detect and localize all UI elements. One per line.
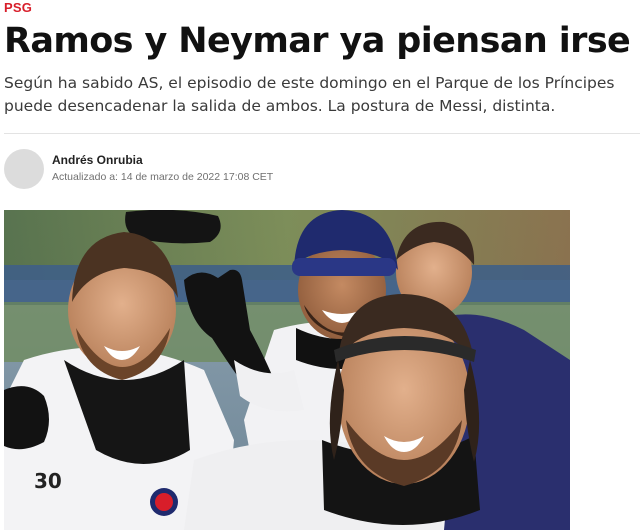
article-headline: Ramos y Neymar ya piensan irse (4, 21, 631, 61)
divider (4, 133, 640, 134)
article-lead: Según ha sabido AS, el episodio de este … (4, 74, 615, 115)
photo-illustration: 30 (4, 210, 570, 530)
article-photo[interactable]: 30 (4, 210, 570, 530)
byline: Andrés Onrubia Actualizado a: 14 de marz… (4, 146, 504, 189)
author-avatar[interactable] (4, 149, 44, 189)
shirt-number: 30 (34, 469, 62, 493)
section-tag[interactable]: PSG (4, 0, 32, 15)
author-name[interactable]: Andrés Onrubia (52, 153, 143, 167)
updated-timestamp: Actualizado a: 14 de marzo de 2022 17:08… (52, 171, 274, 183)
